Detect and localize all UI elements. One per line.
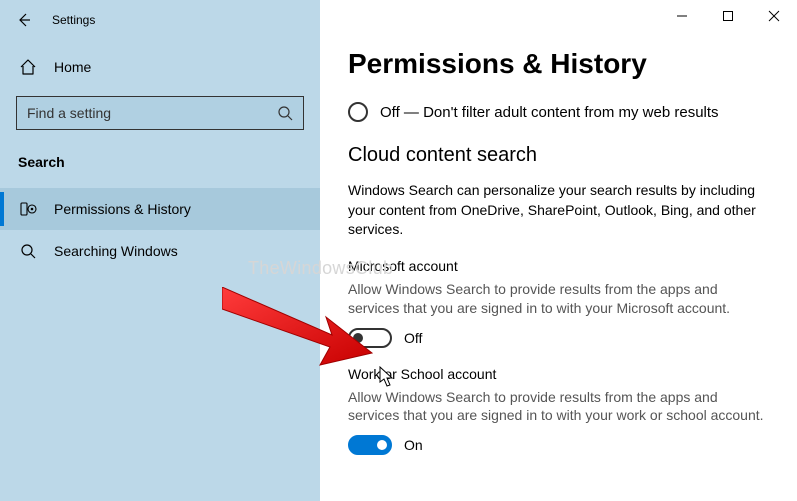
home-icon xyxy=(18,58,38,76)
arrow-left-icon xyxy=(16,12,32,28)
work-school-desc: Allow Windows Search to provide results … xyxy=(348,388,769,426)
nav-permissions-history[interactable]: Permissions & History xyxy=(0,188,320,230)
back-button[interactable] xyxy=(8,4,40,36)
page-title: Permissions & History xyxy=(348,48,769,80)
microsoft-account-title: Microsoft account xyxy=(348,258,769,274)
maximize-icon xyxy=(722,10,734,22)
minimize-icon xyxy=(676,10,688,22)
search-icon xyxy=(277,105,293,121)
nav-home-label: Home xyxy=(54,59,91,75)
work-school-block: Work or School account Allow Windows Sea… xyxy=(348,366,769,456)
cloud-section-title: Cloud content search xyxy=(348,144,769,167)
maximize-button[interactable] xyxy=(705,0,751,32)
find-setting-input[interactable] xyxy=(27,105,277,121)
close-button[interactable] xyxy=(751,0,797,32)
cloud-section-desc: Windows Search can personalize your sear… xyxy=(348,181,769,240)
find-setting-box[interactable] xyxy=(16,96,304,130)
window-title: Settings xyxy=(52,13,95,27)
work-school-title: Work or School account xyxy=(348,366,769,382)
nav-searching-windows[interactable]: Searching Windows xyxy=(0,230,320,272)
microsoft-account-block: Microsoft account Allow Windows Search t… xyxy=(348,258,769,348)
nav-item-label: Searching Windows xyxy=(54,243,178,259)
titlebar: Settings xyxy=(0,0,320,40)
radio-icon xyxy=(348,102,368,122)
work-school-toggle[interactable] xyxy=(348,435,392,455)
microsoft-account-toggle[interactable] xyxy=(348,328,392,348)
window-controls xyxy=(659,0,797,32)
permissions-icon xyxy=(18,200,38,218)
nav-home[interactable]: Home xyxy=(0,48,320,86)
microsoft-account-desc: Allow Windows Search to provide results … xyxy=(348,280,769,318)
radio-label: Off — Don't filter adult content from my… xyxy=(380,104,719,121)
nav-item-label: Permissions & History xyxy=(54,201,191,217)
minimize-button[interactable] xyxy=(659,0,705,32)
work-school-toggle-state: On xyxy=(404,437,423,453)
search-icon xyxy=(18,242,38,260)
sidebar: Settings Home Search Permissions & Histo… xyxy=(0,0,320,501)
sidebar-category: Search xyxy=(0,148,320,188)
microsoft-account-toggle-state: Off xyxy=(404,330,422,346)
safesearch-off-option[interactable]: Off — Don't filter adult content from my… xyxy=(348,102,769,122)
content-pane: Permissions & History Off — Don't filter… xyxy=(320,0,797,501)
close-icon xyxy=(768,10,780,22)
